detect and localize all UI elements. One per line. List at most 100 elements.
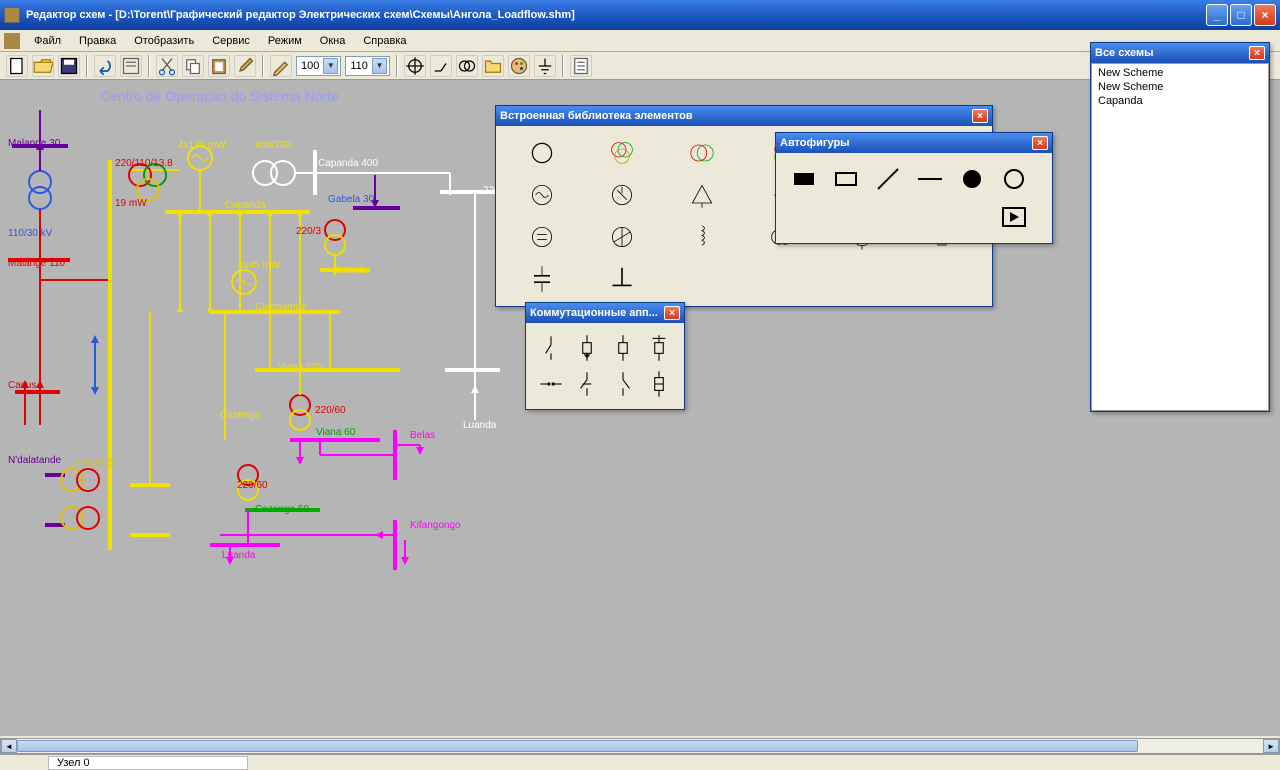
target-button[interactable] <box>404 55 426 77</box>
save-button[interactable] <box>58 55 80 77</box>
scheme-item[interactable]: New Scheme <box>1094 80 1266 94</box>
label-luanda: Luanda <box>222 550 255 561</box>
sym-equals[interactable] <box>504 218 580 256</box>
scheme-list: New Scheme New Scheme Capanda <box>1091 63 1269 411</box>
switch-button[interactable] <box>430 55 452 77</box>
menubar: Файл Правка Отобразить Сервис Режим Окна… <box>0 30 1280 52</box>
statusbar: Узел 0 <box>0 754 1280 770</box>
label-gabela: Gabela <box>335 265 367 276</box>
label-mw4x45: 4x45 mW <box>238 260 280 271</box>
canvas-area[interactable]: Centro de Operacao do Sistema Norte <box>0 80 1280 736</box>
list-button[interactable] <box>570 55 592 77</box>
copy-button[interactable] <box>182 55 204 77</box>
shape-line-diag[interactable] <box>868 161 908 197</box>
menu-mode[interactable]: Режим <box>260 33 310 49</box>
shape-line-h[interactable] <box>910 161 950 197</box>
open-button[interactable] <box>32 55 54 77</box>
label-cazenga60: Cazenga 60 <box>255 504 309 515</box>
paste-button[interactable] <box>208 55 230 77</box>
brush-button[interactable] <box>234 55 256 77</box>
close-button[interactable]: × <box>1254 4 1276 26</box>
label-gabela30: Gabela 30 <box>328 194 374 205</box>
scroll-right-button[interactable]: ► <box>1263 739 1279 753</box>
panel-autoshapes-close[interactable]: × <box>1032 136 1048 150</box>
undo-button[interactable] <box>94 55 116 77</box>
scheme-item[interactable]: New Scheme <box>1094 66 1266 80</box>
folder-button[interactable] <box>482 55 504 77</box>
panel-autoshapes-title[interactable]: Автофигуры × <box>776 133 1052 153</box>
sym-phasor[interactable] <box>584 218 660 256</box>
sym-motor[interactable] <box>584 176 660 214</box>
panel-elements-title[interactable]: Встроенная библиотека элементов × <box>496 106 992 126</box>
zoom-combo-2[interactable]: 110▼ <box>345 56 390 76</box>
minimize-button[interactable]: _ <box>1206 4 1228 26</box>
sym-inductor[interactable] <box>664 218 740 256</box>
zoom-combo-1[interactable]: 100▼ <box>296 56 341 76</box>
panel-switching-close[interactable]: × <box>664 306 680 320</box>
dropdown-arrow-icon[interactable]: ▼ <box>323 58 338 74</box>
panel-schemes[interactable]: Все схемы × New Scheme New Scheme Capand… <box>1090 42 1270 412</box>
sw-3[interactable] <box>606 331 640 365</box>
menu-service[interactable]: Сервис <box>204 33 258 49</box>
window-title: Редактор схем - [D:\Torent\Графический р… <box>26 9 1206 21</box>
sym-junction[interactable] <box>584 260 660 298</box>
panel-schemes-close[interactable]: × <box>1249 46 1265 60</box>
menu-windows[interactable]: Окна <box>312 33 354 49</box>
sym-circle[interactable] <box>504 134 580 172</box>
cut-button[interactable] <box>156 55 178 77</box>
shape-play[interactable] <box>994 199 1034 235</box>
menu-edit[interactable]: Правка <box>71 33 124 49</box>
menu-file[interactable]: Файл <box>26 33 69 49</box>
sym-capacitor[interactable] <box>504 260 580 298</box>
palette-button[interactable] <box>508 55 530 77</box>
sym-2circles-rg[interactable] <box>664 134 740 172</box>
ground-button[interactable] <box>534 55 556 77</box>
shape-filled-circle[interactable] <box>952 161 992 197</box>
pencil-button[interactable] <box>270 55 292 77</box>
shape-circle[interactable] <box>994 161 1034 197</box>
panel-elements-close[interactable]: × <box>972 109 988 123</box>
sym-delta[interactable] <box>664 176 740 214</box>
label-malange30: Malange 30 <box>8 138 60 149</box>
new-button[interactable] <box>6 55 28 77</box>
panel-switching-title[interactable]: Коммутационные апп... × <box>526 303 684 323</box>
label-kifangongo: Kifangongo <box>410 520 461 531</box>
sw-8[interactable] <box>642 367 676 401</box>
scroll-track[interactable] <box>17 739 1263 753</box>
label-kv220-110: 220/110/13.8 <box>115 158 173 169</box>
label-kv220-60-a: 220/60 <box>315 405 346 416</box>
panel-schemes-title[interactable]: Все схемы × <box>1091 43 1269 63</box>
properties-button[interactable] <box>120 55 142 77</box>
label-belas: Belas <box>410 430 435 441</box>
maximize-button[interactable]: □ <box>1230 4 1252 26</box>
sym-generator[interactable] <box>504 176 580 214</box>
shape-rect[interactable] <box>826 161 866 197</box>
horizontal-scrollbar[interactable]: ◄ ► <box>0 738 1280 754</box>
scroll-thumb[interactable] <box>17 740 1138 752</box>
app-icon <box>4 7 20 23</box>
sw-4[interactable] <box>642 331 676 365</box>
dropdown-arrow-icon[interactable]: ▼ <box>372 58 387 74</box>
sw-5[interactable] <box>534 367 568 401</box>
scheme-item[interactable]: Capanda <box>1094 94 1266 108</box>
sw-7[interactable] <box>606 367 640 401</box>
sw-2[interactable] <box>570 331 604 365</box>
menu-view[interactable]: Отобразить <box>126 33 202 49</box>
sw-6[interactable] <box>570 367 604 401</box>
label-cambambe: Cambambe <box>255 302 307 313</box>
panel-autoshapes[interactable]: Автофигуры × <box>775 132 1053 244</box>
label-capanda400: Capanda 400 <box>318 158 378 169</box>
label-luanda2: Luanda <box>463 420 496 431</box>
coils-button[interactable] <box>456 55 478 77</box>
toolbar-separator <box>148 55 150 77</box>
sym-3circles[interactable] <box>584 134 660 172</box>
toolbar: 100▼ 110▼ <box>0 52 1280 80</box>
sw-1[interactable] <box>534 331 568 365</box>
shape-filled-rect[interactable] <box>784 161 824 197</box>
label-kv220-3-gabela: 220/3 <box>296 226 321 237</box>
label-kv220-60-b: 220/60 <box>237 480 268 491</box>
panel-switching[interactable]: Коммутационные апп... × <box>525 302 685 410</box>
scroll-left-button[interactable]: ◄ <box>1 739 17 753</box>
menu-help[interactable]: Справка <box>355 33 414 49</box>
toolbar-separator <box>562 55 564 77</box>
